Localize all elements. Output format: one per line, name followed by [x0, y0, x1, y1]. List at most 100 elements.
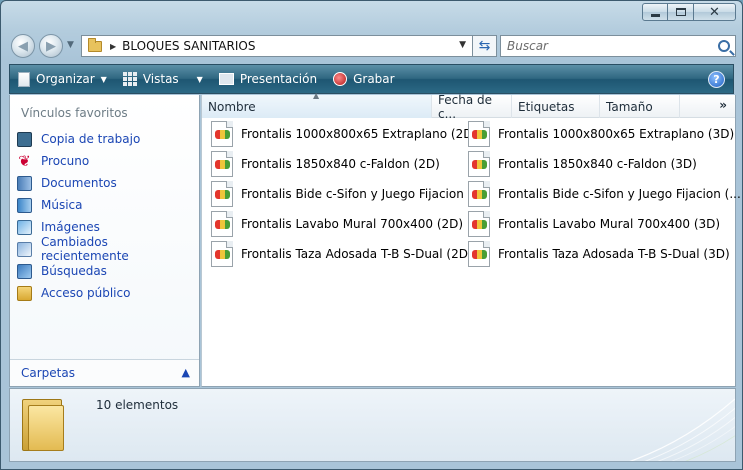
cad-file-icon — [468, 241, 490, 267]
maximize-button[interactable] — [668, 3, 694, 21]
cad-file-icon — [468, 211, 490, 237]
help-icon: ? — [713, 73, 720, 86]
folder-icon — [88, 37, 102, 52]
recent-pages-dropdown-icon[interactable]: ▼ — [67, 40, 74, 50]
favorite-item-musica[interactable]: Música — [17, 194, 199, 216]
column-header-name[interactable]: Nombre ▲ — [202, 91, 432, 118]
folders-toggle[interactable]: Carpetas ▲ — [10, 359, 199, 386]
file-item[interactable]: Frontalis Taza Adosada T-B S-Dual (3D) — [468, 239, 730, 269]
public-folder-icon — [17, 285, 32, 301]
cad-file-icon — [468, 181, 490, 207]
forward-button[interactable]: ▶ — [39, 34, 63, 58]
back-button[interactable]: ◀ — [11, 34, 35, 58]
chevron-up-icon[interactable]: ▲ — [182, 366, 190, 379]
views-button[interactable]: Vistas ▼ — [115, 65, 211, 93]
help-button[interactable]: ? — [708, 71, 725, 88]
file-item[interactable]: Frontalis 1850x840 c-Faldon (3D) — [468, 149, 718, 179]
cad-file-icon — [211, 181, 233, 207]
favorite-label: Acceso público — [41, 286, 131, 300]
file-item[interactable]: Frontalis Bide c-Sifon y Juego Fijacion … — [468, 179, 741, 209]
favorite-item-copia-de-trabajo[interactable]: Copia de trabajo — [17, 128, 199, 150]
sort-ascending-icon: ▲ — [313, 91, 320, 100]
file-name: Frontalis Taza Adosada T-B S-Dual (2D) — [241, 247, 473, 261]
file-item[interactable]: Frontalis Taza Adosada T-B S-Dual (2D) — [211, 239, 473, 269]
favorite-item-busquedas[interactable]: Búsquedas — [17, 260, 199, 282]
chevron-down-icon: ▼ — [100, 74, 107, 84]
file-item[interactable]: Frontalis Bide c-Sifon y Juego Fijacion … — [211, 179, 484, 209]
file-item[interactable]: Frontalis 1000x800x65 Extraplano (3D) — [468, 119, 734, 149]
close-icon: ✕ — [709, 4, 720, 20]
maximize-icon — [675, 8, 686, 16]
column-header-label: Nombre — [208, 99, 256, 114]
views-icon — [122, 72, 137, 86]
folder-icon — [22, 395, 64, 451]
file-name: Frontalis 1850x840 c-Faldon (2D) — [241, 157, 440, 171]
address-row: ◀ ▶ ▼ ▶ BLOQUES SANITARIOS ▼ ⇆ Buscar — [9, 32, 736, 60]
file-name: Frontalis 1000x800x65 Extraplano (2D) — [241, 127, 478, 141]
pictures-icon — [17, 219, 32, 235]
minimize-icon — [650, 13, 660, 17]
address-bar[interactable]: ▶ BLOQUES SANITARIOS ▼ — [81, 35, 473, 57]
favorite-item-cambiados-recientemente[interactable]: Cambiados recientemente — [17, 235, 199, 263]
close-button[interactable]: ✕ — [694, 3, 736, 21]
cad-file-icon — [468, 121, 490, 147]
file-name: Frontalis Lavabo Mural 700x400 (2D) — [241, 217, 464, 231]
command-toolbar: Organizar ▼ Vistas ▼ Presentación Grabar… — [9, 64, 734, 94]
recent-icon — [17, 241, 32, 257]
file-name: Frontalis Bide c-Sifon y Juego Fijacion … — [498, 187, 741, 201]
favorite-item-acceso-publico[interactable]: Acceso público — [17, 282, 199, 304]
cad-file-icon — [211, 151, 233, 177]
navigation-pane: Vínculos favoritos Copia de trabajo ❦ Pr… — [9, 95, 200, 387]
favorite-label: Procuno — [41, 154, 90, 168]
minimize-button[interactable] — [642, 3, 668, 21]
organize-button[interactable]: Organizar ▼ — [10, 65, 115, 93]
more-columns-button[interactable]: » — [719, 98, 727, 112]
column-header-size[interactable]: Tamaño — [600, 95, 680, 118]
folders-label: Carpetas — [21, 366, 75, 380]
cad-file-icon — [211, 211, 233, 237]
forward-arrow-icon: ▶ — [46, 38, 56, 54]
refresh-button[interactable]: ⇆ — [473, 35, 497, 57]
file-list-pane: Nombre ▲ Fecha de c... Etiquetas Tamaño … — [201, 91, 741, 387]
file-item[interactable]: Frontalis 1000x800x65 Extraplano (2D) — [211, 119, 477, 149]
breadcrumb-arrow-icon[interactable]: ▶ — [110, 42, 116, 51]
address-dropdown-icon[interactable]: ▼ — [459, 40, 466, 50]
column-header-tags[interactable]: Etiquetas — [512, 95, 600, 118]
back-arrow-icon: ◀ — [18, 38, 28, 54]
presentation-button[interactable]: Presentación — [211, 65, 325, 93]
file-item[interactable]: Frontalis Lavabo Mural 700x400 (3D) — [468, 209, 720, 239]
search-icon[interactable] — [718, 40, 730, 52]
file-name: Frontalis 1000x800x65 Extraplano (3D) — [498, 127, 735, 141]
column-headers: Nombre ▲ Fecha de c... Etiquetas Tamaño … — [202, 91, 735, 121]
search-input[interactable]: Buscar — [500, 35, 736, 57]
views-label: Vistas — [142, 72, 179, 86]
file-item[interactable]: Frontalis Lavabo Mural 700x400 (2D) — [211, 209, 464, 239]
caption-buttons: ✕ — [642, 3, 736, 21]
decorative-swoosh-icon — [629, 398, 735, 461]
column-header-label: Etiquetas — [518, 99, 575, 114]
organize-icon — [18, 71, 30, 87]
chevron-down-icon[interactable]: ▼ — [197, 75, 203, 84]
favorite-item-procuno[interactable]: ❦ Procuno — [17, 150, 199, 172]
favorite-label: Búsquedas — [41, 264, 107, 278]
record-label: Grabar — [353, 72, 395, 86]
music-icon — [17, 197, 32, 213]
documents-icon — [17, 175, 32, 191]
refresh-icon: ⇆ — [478, 38, 491, 54]
breadcrumb-current[interactable]: BLOQUES SANITARIOS — [122, 39, 255, 53]
column-header-date[interactable]: Fecha de c... — [432, 93, 512, 121]
favorites-list: Copia de trabajo ❦ Procuno Documentos Mú… — [17, 128, 199, 304]
searches-icon — [17, 263, 32, 279]
item-count: 10 elementos — [96, 398, 179, 412]
file-name: Frontalis Bide c-Sifon y Juego Fijacion … — [241, 187, 484, 201]
organize-label: Organizar — [36, 72, 95, 86]
search-placeholder: Buscar — [507, 39, 548, 53]
details-pane: 10 elementos — [9, 388, 736, 462]
favorite-label: Imágenes — [41, 220, 100, 234]
favorite-item-documentos[interactable]: Documentos — [17, 172, 199, 194]
record-button[interactable]: Grabar — [325, 65, 403, 93]
favorite-label: Copia de trabajo — [41, 132, 141, 146]
explorer-window: ✕ ◀ ▶ ▼ ▶ BLOQUES SANITARIOS ▼ ⇆ Buscar … — [0, 0, 743, 470]
presentation-label: Presentación — [239, 72, 318, 86]
file-item[interactable]: Frontalis 1850x840 c-Faldon (2D) — [211, 149, 461, 179]
